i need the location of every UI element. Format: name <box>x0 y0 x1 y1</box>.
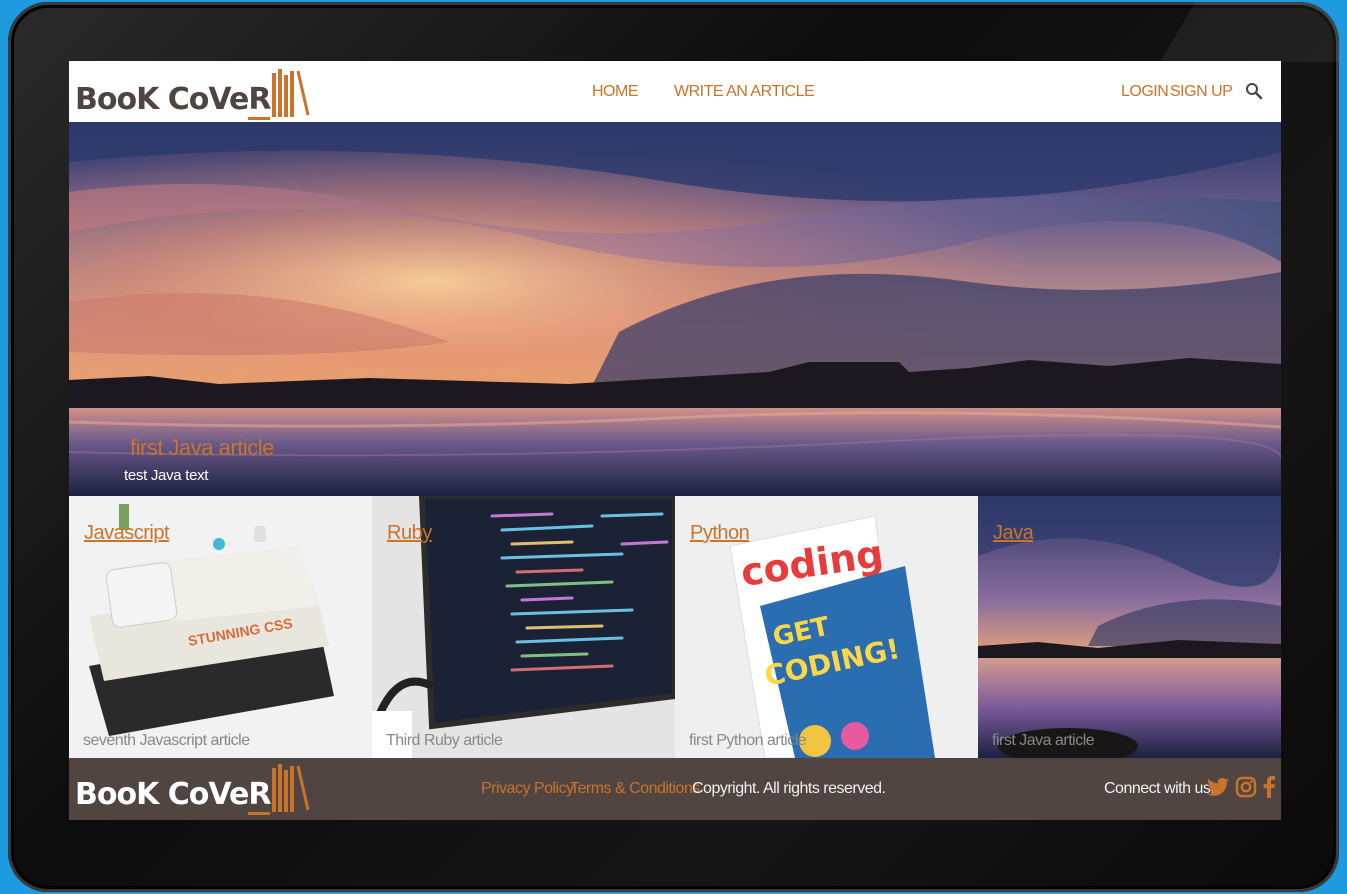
site-footer: BooK CoVeR Privacy Policy Terms & Condit… <box>69 758 1281 820</box>
instagram-icon[interactable] <box>1234 774 1258 800</box>
card-desc-python: first Python article <box>689 732 807 749</box>
category-cards: STUNNING CSS Javascript seventh Javascri… <box>69 496 1281 758</box>
frame-glare <box>1099 2 1339 62</box>
card-title-javascript[interactable]: Javascript <box>84 522 170 545</box>
hero-banner[interactable]: first Java article test Java text <box>69 122 1281 496</box>
header-logo[interactable]: BooK CoVeR <box>75 67 310 120</box>
nav-write-article-link[interactable]: WRITE AN ARTICLE <box>674 83 815 101</box>
card-desc-java: first Java article <box>992 732 1095 749</box>
connect-label: Connect with us: <box>1104 780 1215 797</box>
category-card-java[interactable]: Java first Java article <box>978 496 1281 758</box>
twitter-icon[interactable] <box>1206 774 1230 800</box>
category-card-javascript[interactable]: STUNNING CSS Javascript seventh Javascri… <box>69 496 372 758</box>
books-logo-icon <box>272 69 310 117</box>
facebook-icon[interactable] <box>1257 774 1281 800</box>
category-card-ruby[interactable]: Ruby Third Ruby article <box>372 496 675 758</box>
privacy-policy-link[interactable]: Privacy Policy <box>481 780 574 798</box>
hero-subtitle: test Java text <box>124 467 209 484</box>
copyright-text: Copyright. All rights reserved. <box>692 780 886 797</box>
signup-link[interactable]: SIGN UP <box>1170 83 1233 101</box>
footer-logo-text: BooK CoVeR <box>75 777 271 815</box>
category-card-python[interactable]: coding GET CODING! Python first Python a… <box>675 496 978 758</box>
footer-books-logo-icon <box>272 764 310 812</box>
search-icon[interactable] <box>1245 82 1263 100</box>
terms-link[interactable]: Terms & Conditions <box>570 780 700 798</box>
nav-home-link[interactable]: HOME <box>592 83 639 101</box>
footer-logo[interactable]: BooK CoVeR <box>75 762 310 815</box>
card-desc-ruby: Third Ruby article <box>386 732 503 749</box>
card-title-ruby[interactable]: Ruby <box>387 522 432 545</box>
logo-text: BooK CoVeR <box>75 82 271 120</box>
browser-screen: BooK CoVeR HOME WRITE AN ARTICLE LOGIN S… <box>69 61 1281 820</box>
card-title-python[interactable]: Python <box>690 522 750 545</box>
hero-title[interactable]: first Java article <box>130 435 274 461</box>
card-title-java[interactable]: Java <box>993 522 1034 545</box>
login-link[interactable]: LOGIN <box>1121 83 1169 101</box>
site-header: BooK CoVeR HOME WRITE AN ARTICLE LOGIN S… <box>69 61 1281 123</box>
card-desc-javascript: seventh Javascript article <box>83 732 250 749</box>
